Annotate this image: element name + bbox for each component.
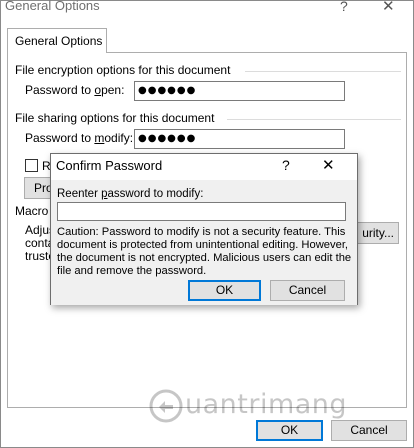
label-text: Password to	[25, 83, 95, 97]
sharing-divider	[227, 119, 401, 120]
reenter-password-label: Reenter password to modify:	[57, 188, 203, 200]
confirm-password-dialog: Confirm Password ? ✕ Reenter password to…	[50, 153, 358, 305]
dialog-title: Confirm Password	[56, 158, 163, 173]
label-text: Reenter	[57, 188, 102, 200]
dialog-body: Reenter password to modify: Caution: Pas…	[51, 180, 357, 305]
window-title: General Options	[5, 0, 100, 13]
label-text: Password to	[25, 131, 95, 145]
sharing-heading: File sharing options for this document	[15, 111, 215, 125]
tab-label: General Options	[15, 34, 103, 48]
access-key: m	[94, 131, 105, 145]
password-modify-label: Password to modify:	[25, 131, 133, 145]
tab-general-options[interactable]: General Options	[7, 28, 107, 53]
dialog-cancel-button[interactable]: Cancel	[270, 280, 345, 301]
macro-text-line: truste	[25, 249, 51, 263]
macro-text-line: Adjus	[25, 223, 51, 237]
window-titlebar: General Options ? ✕	[1, 0, 413, 18]
password-open-input[interactable]: ●●●●●●	[134, 81, 345, 101]
dialog-ok-button[interactable]: OK	[188, 280, 261, 301]
encryption-divider	[245, 71, 401, 72]
caution-text: Caution: Password to modify is not a sec…	[57, 226, 352, 277]
read-only-checkbox[interactable]	[25, 159, 38, 172]
watermark-logo: uantrimang	[149, 389, 389, 425]
label-text: odify:	[104, 131, 134, 145]
watermark-text: uantrimang	[185, 389, 348, 420]
help-icon[interactable]: ?	[340, 0, 348, 14]
password-modify-input[interactable]: ●●●●●●	[134, 129, 345, 149]
watermark-q-icon	[149, 389, 183, 423]
label-text: pen:	[101, 83, 125, 97]
label-text: assword to modify:	[107, 188, 204, 200]
macro-heading: Macro s	[15, 204, 52, 218]
general-options-window: General Options ? ✕ General Options File…	[0, 0, 414, 448]
dialog-help-icon[interactable]: ?	[282, 157, 290, 173]
encryption-heading: File encryption options for this documen…	[15, 63, 231, 77]
dialog-close-icon[interactable]: ✕	[322, 156, 335, 174]
password-open-label: Password to open:	[25, 83, 124, 97]
reenter-password-input[interactable]	[57, 202, 346, 221]
macro-text-line: conta	[25, 236, 51, 250]
close-icon[interactable]: ✕	[382, 0, 395, 15]
